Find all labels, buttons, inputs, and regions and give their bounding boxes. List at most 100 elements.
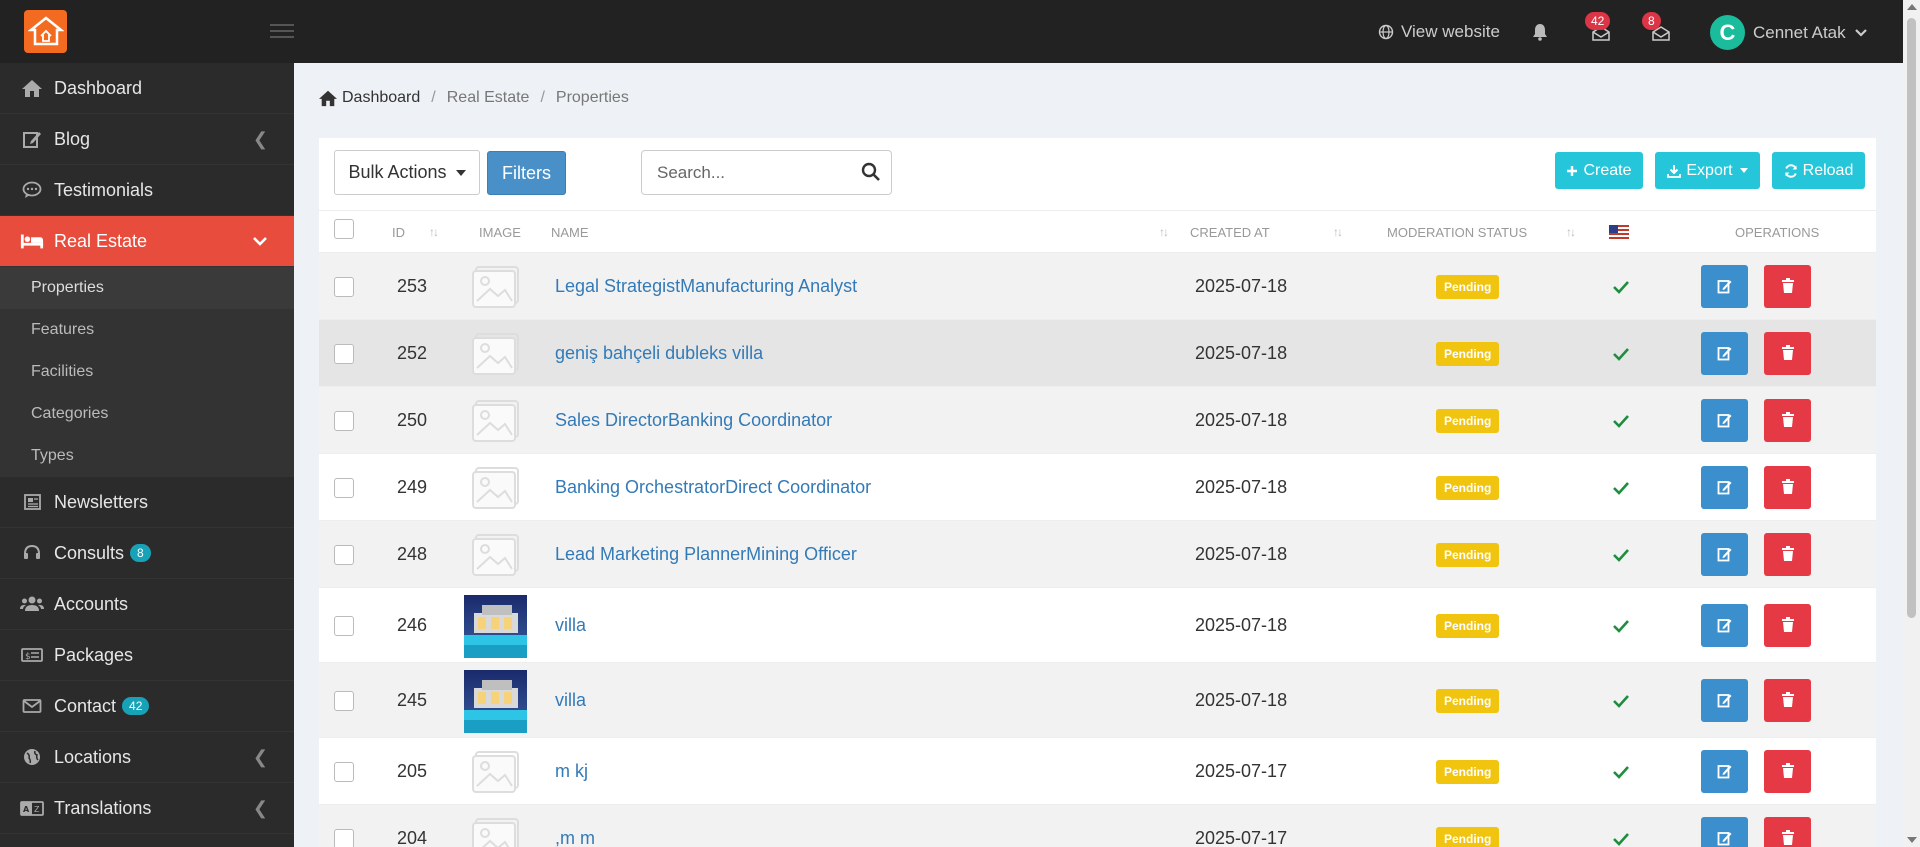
sidebar-item-translations[interactable]: AZ Translations ❮ [0,783,294,834]
delete-button[interactable] [1764,398,1811,442]
delete-button[interactable] [1764,678,1811,722]
sidebar-item-accounts[interactable]: Accounts [0,579,294,630]
export-dropdown[interactable]: Export [1655,152,1760,189]
edit-button[interactable] [1701,398,1748,442]
table-row[interactable]: 205 m kj 2025-07-17 Pending [319,737,1876,804]
filters-button[interactable]: Filters [487,151,566,195]
menu-toggle-button[interactable] [270,20,294,40]
edit-button[interactable] [1701,465,1748,509]
property-thumbnail[interactable] [464,594,527,658]
sort-icon[interactable]: ↑↓ [1159,225,1169,239]
row-checkbox[interactable] [334,276,354,297]
sort-icon[interactable]: ↑↓ [429,225,439,239]
comment-icon [22,181,42,198]
row-checkbox[interactable] [334,615,354,636]
sort-icon[interactable]: ↑↓ [1333,225,1343,239]
row-checkbox[interactable] [334,410,354,431]
table-row[interactable]: 249 Banking OrchestratorDirect Coordinat… [319,453,1876,520]
edit-button[interactable] [1701,331,1748,375]
submenu-item-features[interactable]: Features [0,309,294,351]
row-checkbox[interactable] [334,477,354,498]
trash-icon [1781,278,1794,293]
delete-button[interactable] [1764,532,1811,576]
caret-down-icon [455,169,466,176]
property-thumbnail[interactable] [464,669,527,733]
user-menu[interactable]: C Cennet Atak [1710,15,1868,50]
row-checkbox[interactable] [334,761,354,782]
notifications-button[interactable] [1532,23,1548,46]
property-name-link[interactable]: m kj [555,761,588,782]
select-all-checkbox[interactable] [334,219,354,239]
sidebar-item-locations[interactable]: Locations ❮ [0,732,294,783]
property-name-link[interactable]: villa [555,690,586,711]
delete-button[interactable] [1764,816,1811,847]
edit-button[interactable] [1701,678,1748,722]
home-icon [22,80,42,97]
edit-button[interactable] [1701,603,1748,647]
sidebar-item-newsletters[interactable]: Newsletters [0,477,294,528]
logo[interactable] [24,10,67,53]
search-input[interactable] [642,162,842,183]
row-checkbox[interactable] [334,690,354,711]
delete-button[interactable] [1764,465,1811,509]
property-name-link[interactable]: villa [555,615,586,636]
mail-button[interactable]: 8 [1642,12,1671,46]
check-icon [1613,694,1629,708]
column-id[interactable]: ID [392,225,405,240]
property-name-link[interactable]: Lead Marketing PlannerMining Officer [555,544,857,565]
table-row[interactable]: 253 Legal StrategistManufacturing Analys… [319,252,1876,319]
table-row[interactable]: 252 geniş bahçeli dubleks villa 2025-07-… [319,319,1876,386]
scroll-down-arrow[interactable] [1907,837,1917,843]
property-name-link[interactable]: Legal StrategistManufacturing Analyst [555,276,857,297]
breadcrumb-home[interactable]: Dashboard [318,89,420,107]
delete-button[interactable] [1764,603,1811,647]
submenu-item-types[interactable]: Types [0,435,294,477]
chevron-down-icon [1854,28,1867,37]
table-row[interactable]: 250 Sales DirectorBanking Coordinator 20… [319,386,1876,453]
row-checkbox[interactable] [334,343,354,364]
sidebar-item-testimonials[interactable]: Testimonials [0,165,294,216]
messages-button[interactable]: 42 [1585,12,1611,46]
row-checkbox[interactable] [334,544,354,565]
delete-button[interactable] [1764,331,1811,375]
property-name-link[interactable]: geniş bahçeli dubleks villa [555,343,763,364]
submenu-item-categories[interactable]: Categories [0,393,294,435]
sidebar-item-contact[interactable]: Contact 42 [0,681,294,732]
scroll-thumb[interactable] [1907,18,1916,618]
submenu-item-properties[interactable]: Properties [0,267,294,309]
property-name-link[interactable]: ,m m [555,828,595,847]
delete-button[interactable] [1764,749,1811,793]
table-row[interactable]: 245 villa 2025-07-18 Pending [319,662,1876,737]
scroll-up-arrow[interactable] [1907,4,1917,10]
table-row[interactable]: 204 ,m m 2025-07-17 Pending [319,804,1876,847]
page-scrollbar[interactable] [1903,0,1920,847]
column-name[interactable]: NAME [551,225,589,240]
sidebar-item-packages[interactable]: $ Packages [0,630,294,681]
edit-button[interactable] [1701,264,1748,308]
sidebar-item-blog[interactable]: Blog ❮ [0,114,294,165]
breadcrumb-real-estate[interactable]: Real Estate [447,89,530,107]
table-row[interactable]: 246 villa 2025-07-18 Pending [319,587,1876,662]
sort-icon[interactable]: ↑↓ [1566,225,1576,239]
table-row[interactable]: 248 Lead Marketing PlannerMining Officer… [319,520,1876,587]
sidebar-item-real-estate[interactable]: Real Estate [0,216,294,267]
row-id: 252 [397,342,428,363]
search-icon[interactable] [861,162,881,182]
property-name-link[interactable]: Banking OrchestratorDirect Coordinator [555,477,871,498]
submenu-item-facilities[interactable]: Facilities [0,351,294,393]
edit-button[interactable] [1701,816,1748,847]
row-checkbox[interactable] [334,828,354,847]
delete-button[interactable] [1764,264,1811,308]
view-website-link[interactable]: View website [1378,22,1500,42]
edit-button[interactable] [1701,532,1748,576]
reload-button[interactable]: Reload [1772,152,1865,189]
column-created-at[interactable]: CREATED AT [1190,225,1270,240]
create-button[interactable]: Create [1555,152,1643,189]
sidebar-item-consults[interactable]: Consults 8 [0,528,294,579]
property-name-link[interactable]: Sales DirectorBanking Coordinator [555,410,832,431]
edit-icon [1717,280,1731,294]
bulk-actions-dropdown[interactable]: Bulk Actions [334,150,480,195]
sidebar-item-dashboard[interactable]: Dashboard [0,63,294,114]
edit-button[interactable] [1701,749,1748,793]
column-moderation-status[interactable]: MODERATION STATUS [1387,225,1527,240]
